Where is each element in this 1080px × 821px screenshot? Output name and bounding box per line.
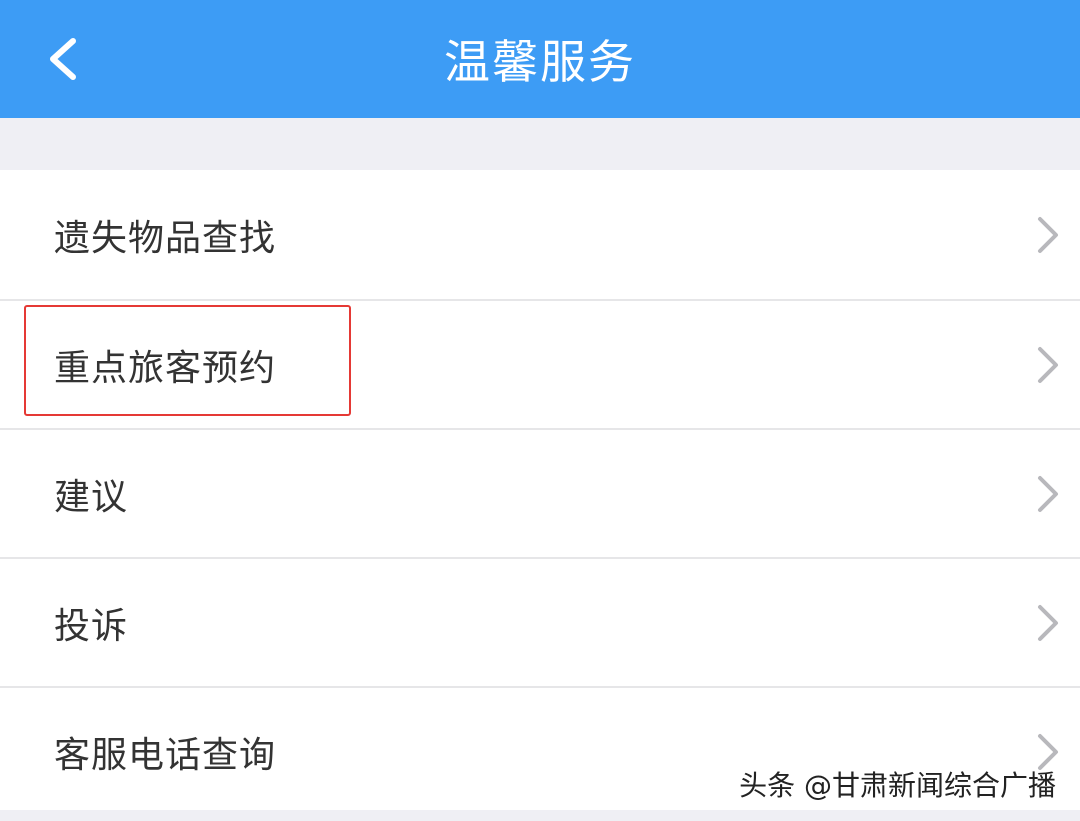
navigation-bar: 温馨服务 [0, 0, 1080, 118]
chevron-right-icon [1038, 604, 1058, 641]
chevron-right-icon [1038, 346, 1058, 383]
menu-item-priority-passenger-booking[interactable]: 重点旅客预约 [0, 299, 1080, 428]
menu-item-label: 建议 [54, 476, 129, 518]
app-screen: 温馨服务 遗失物品查找 重点旅客预约 建议 投诉 客服电话查询 头条 @甘肃新闻… [0, 0, 1080, 821]
menu-item-label: 客服电话查询 [54, 734, 277, 776]
menu-item-label: 重点旅客预约 [54, 347, 277, 389]
menu-item-lost-and-found[interactable]: 遗失物品查找 [0, 170, 1080, 299]
menu-item-label: 遗失物品查找 [54, 217, 277, 259]
watermark: 头条 @甘肃新闻综合广播 [739, 769, 1056, 802]
menu-item-complaint[interactable]: 投诉 [0, 557, 1080, 686]
chevron-right-icon [1038, 475, 1058, 512]
section-spacer [0, 118, 1080, 170]
chevron-right-icon [1038, 216, 1058, 253]
menu-item-suggestion[interactable]: 建议 [0, 428, 1080, 557]
bottom-spacer [0, 810, 1080, 821]
service-menu: 遗失物品查找 重点旅客预约 建议 投诉 客服电话查询 [0, 170, 1080, 815]
page-title: 温馨服务 [444, 35, 636, 89]
menu-item-label: 投诉 [54, 605, 129, 647]
